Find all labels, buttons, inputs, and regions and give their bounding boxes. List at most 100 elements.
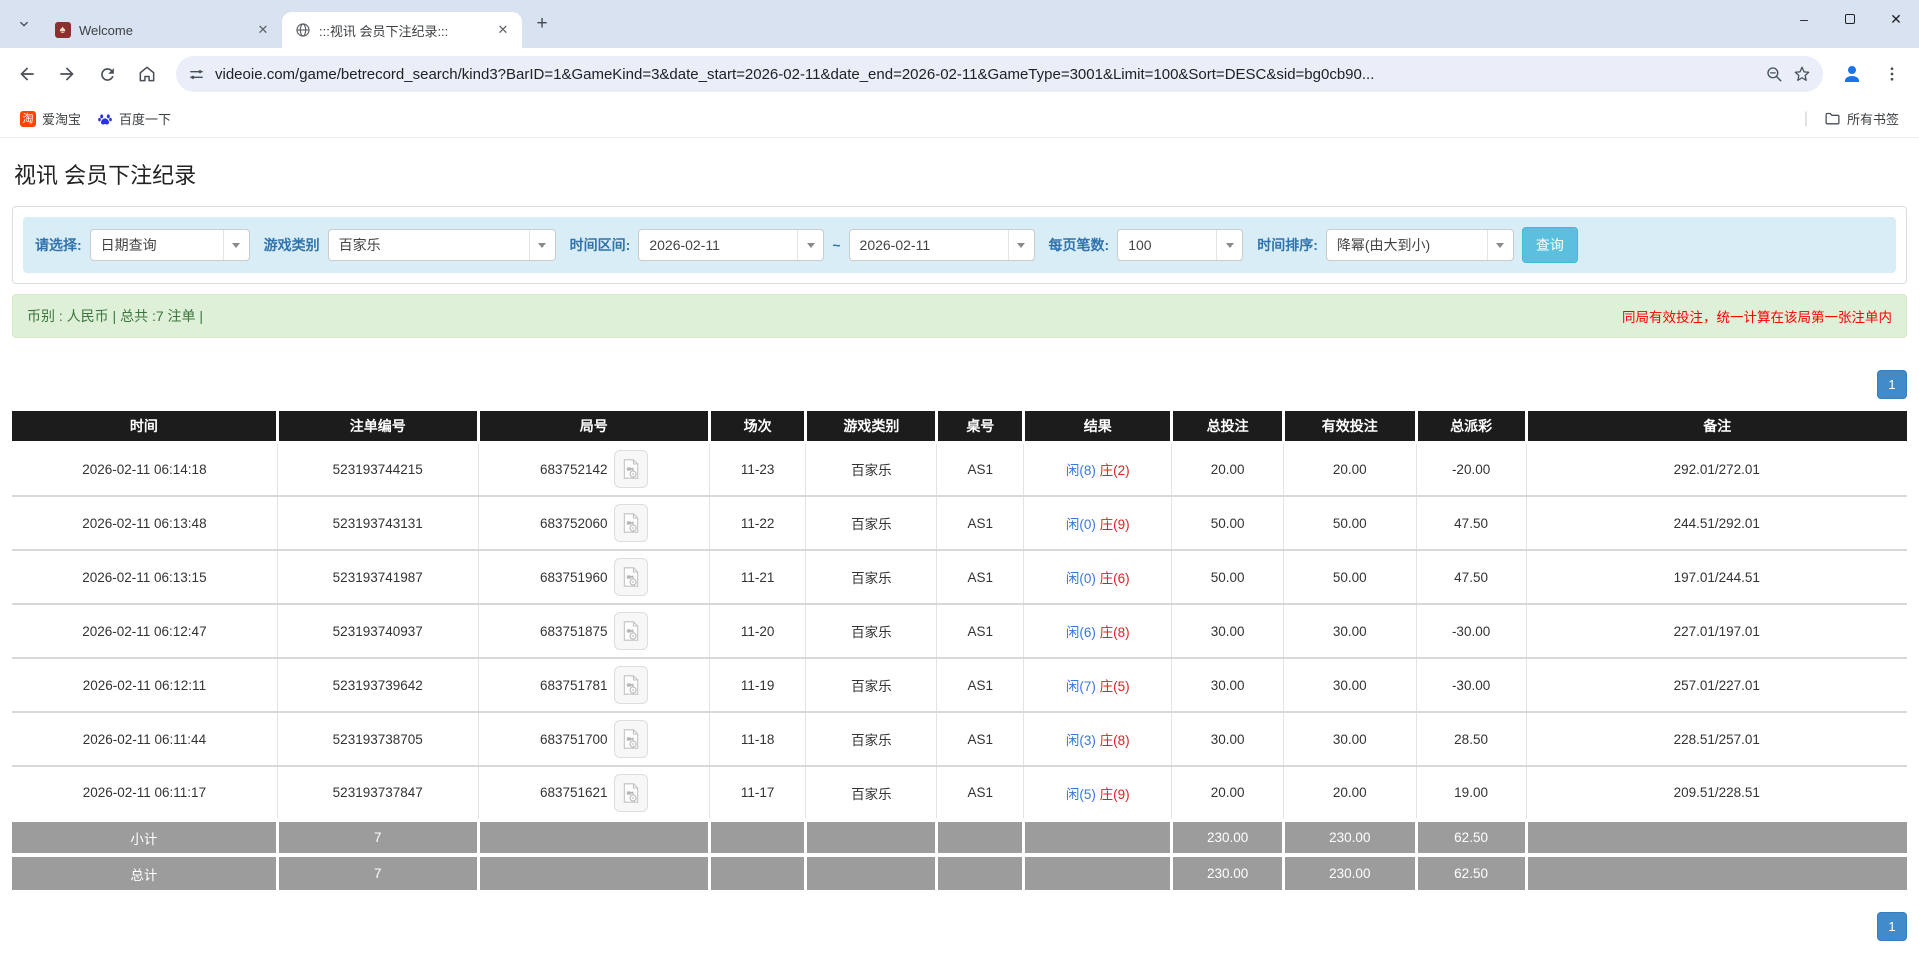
date-start-select[interactable]: 2026-02-11 <box>638 229 825 261</box>
cell-bet-id: 523193741987 <box>277 549 479 604</box>
tab-title: :::视讯 会员下注纪录::: <box>319 23 449 39</box>
page-1-button[interactable]: 1 <box>1877 370 1907 399</box>
round-id-text: 683751781 <box>539 677 608 693</box>
back-button[interactable] <box>10 57 44 91</box>
cell-session: 11-19 <box>709 657 807 712</box>
col-result: 结果 <box>1023 411 1174 442</box>
sort-select[interactable]: 降幂(由大到小) <box>1325 229 1514 261</box>
kebab-menu-icon <box>1883 65 1901 83</box>
page-content: 视讯 会员下注纪录 请选择: 日期查询 游戏类别 百家乐 时间区间: 2026-… <box>0 138 1919 941</box>
maximize-button[interactable] <box>1827 0 1873 38</box>
query-type-value: 日期查询 <box>100 237 157 253</box>
round-id-text: 683751875 <box>539 623 608 639</box>
profile-icon <box>1840 62 1864 86</box>
cell-valid-bet: 30.00 <box>1283 657 1417 712</box>
video-replay-button[interactable] <box>613 666 648 704</box>
cell-valid-bet: 20.00 <box>1283 765 1417 820</box>
reload-button[interactable] <box>90 57 124 91</box>
bookmark-baidu[interactable]: 百度一下 <box>89 105 179 132</box>
cell-payout: 47.50 <box>1416 495 1527 550</box>
video-replay-button[interactable] <box>613 504 648 542</box>
per-page-value: 100 <box>1128 237 1152 253</box>
empty-cell <box>709 818 808 855</box>
cell-session: 11-21 <box>709 549 807 604</box>
cell-bet-id: 523193744215 <box>277 440 479 496</box>
cell-result: 闲(0) 庄(9) <box>1023 495 1173 550</box>
game-kind-select[interactable]: 百家乐 <box>327 229 556 261</box>
page-1-button[interactable]: 1 <box>1877 912 1907 941</box>
result-player: 闲(7) <box>1065 679 1096 694</box>
empty-cell <box>805 853 939 890</box>
empty-cell <box>478 853 711 890</box>
cell-result: 闲(7) 庄(5) <box>1023 657 1173 712</box>
tab-welcome[interactable]: ♠ Welcome ✕ <box>42 12 282 48</box>
total-label: 总计 <box>12 853 279 890</box>
result-player: 闲(0) <box>1065 517 1096 532</box>
col-valid-bet: 有效投注 <box>1283 411 1418 442</box>
filter-panel: 请选择: 日期查询 游戏类别 百家乐 时间区间: 2026-02-11 ~ 20… <box>12 206 1907 284</box>
close-icon[interactable]: ✕ <box>254 21 272 39</box>
search-button[interactable]: 查询 <box>1521 227 1578 263</box>
cell-round-id: 683751781 <box>478 657 710 712</box>
result-banker: 庄(6) <box>1099 571 1130 586</box>
table-row: 2026-02-11 06:12:11 523193739642 683751781… <box>12 657 1907 712</box>
filter-bar: 请选择: 日期查询 游戏类别 百家乐 时间区间: 2026-02-11 ~ 20… <box>23 217 1896 273</box>
video-replay-button[interactable] <box>613 773 648 812</box>
cell-time: 2026-02-11 06:12:11 <box>12 657 278 712</box>
site-settings-icon[interactable] <box>188 66 205 83</box>
tab-search-button[interactable] <box>10 10 38 38</box>
cell-game-kind: 百家乐 <box>805 440 938 496</box>
result-banker: 庄(2) <box>1099 463 1130 479</box>
close-icon[interactable]: ✕ <box>494 21 512 39</box>
cell-round-id: 683751960 <box>478 549 710 604</box>
star-icon[interactable] <box>1793 65 1811 83</box>
cell-valid-bet: 50.00 <box>1283 549 1417 604</box>
date-end-select[interactable]: 2026-02-11 <box>848 229 1035 261</box>
cell-valid-bet: 50.00 <box>1283 495 1417 550</box>
col-game-kind: 游戏类别 <box>805 411 939 442</box>
empty-cell <box>936 818 1026 855</box>
result-banker: 庄(9) <box>1099 786 1130 802</box>
browser-menu-button[interactable] <box>1875 57 1909 91</box>
video-replay-icon <box>621 782 641 804</box>
cell-time: 2026-02-11 06:13:15 <box>12 549 278 604</box>
home-button[interactable] <box>130 57 164 91</box>
per-page-select[interactable]: 100 <box>1117 229 1244 261</box>
tab-strip: ♠ Welcome ✕ :::视讯 会员下注纪录::: ✕ + – ✕ <box>0 0 1919 48</box>
cell-game-kind: 百家乐 <box>805 495 938 550</box>
video-replay-button[interactable] <box>613 450 648 489</box>
subtotal-label: 小计 <box>12 818 279 855</box>
taobao-icon: 淘 <box>20 110 36 127</box>
cell-payout: -30.00 <box>1416 603 1527 658</box>
video-replay-button[interactable] <box>613 720 648 758</box>
total-total-bet: 230.00 <box>1171 853 1285 890</box>
total-payout: 62.50 <box>1416 853 1528 890</box>
video-replay-button[interactable] <box>613 558 648 596</box>
close-window-button[interactable]: ✕ <box>1873 0 1919 38</box>
round-id-text: 683751960 <box>539 569 608 585</box>
baidu-paw-icon <box>97 111 113 127</box>
subtotal-total-bet: 230.00 <box>1171 818 1285 855</box>
table-row: 2026-02-11 06:13:15 523193741987 683751960… <box>12 549 1907 604</box>
query-type-select[interactable]: 日期查询 <box>89 229 250 261</box>
cell-remark: 227.01/197.01 <box>1526 603 1907 658</box>
round-id-text: 683751700 <box>539 731 608 747</box>
cell-bet-id: 523193737847 <box>277 765 479 820</box>
bookmark-taobao[interactable]: 淘 爱淘宝 <box>12 105 89 132</box>
zoom-out-icon[interactable] <box>1765 65 1783 83</box>
all-bookmarks-button[interactable]: 所有书签 <box>1816 105 1907 132</box>
cell-remark: 209.51/228.51 <box>1526 765 1907 820</box>
url-text[interactable]: videoie.com/game/betrecord_search/kind3?… <box>215 66 1755 83</box>
new-tab-button[interactable]: + <box>528 10 556 38</box>
forward-button[interactable] <box>50 57 84 91</box>
minimize-button[interactable]: – <box>1781 0 1827 38</box>
video-replay-button[interactable] <box>613 612 648 650</box>
window-controls: – ✕ <box>1781 0 1919 38</box>
address-bar[interactable]: videoie.com/game/betrecord_search/kind3?… <box>176 56 1823 92</box>
cell-game-kind: 百家乐 <box>805 711 938 766</box>
cell-payout: -20.00 <box>1416 440 1527 496</box>
browser-toolbar: videoie.com/game/betrecord_search/kind3?… <box>0 48 1919 100</box>
profile-button[interactable] <box>1835 57 1869 91</box>
tab-betrecord[interactable]: :::视讯 会员下注纪录::: ✕ <box>282 12 522 48</box>
cell-result: 闲(0) 庄(6) <box>1023 549 1173 604</box>
